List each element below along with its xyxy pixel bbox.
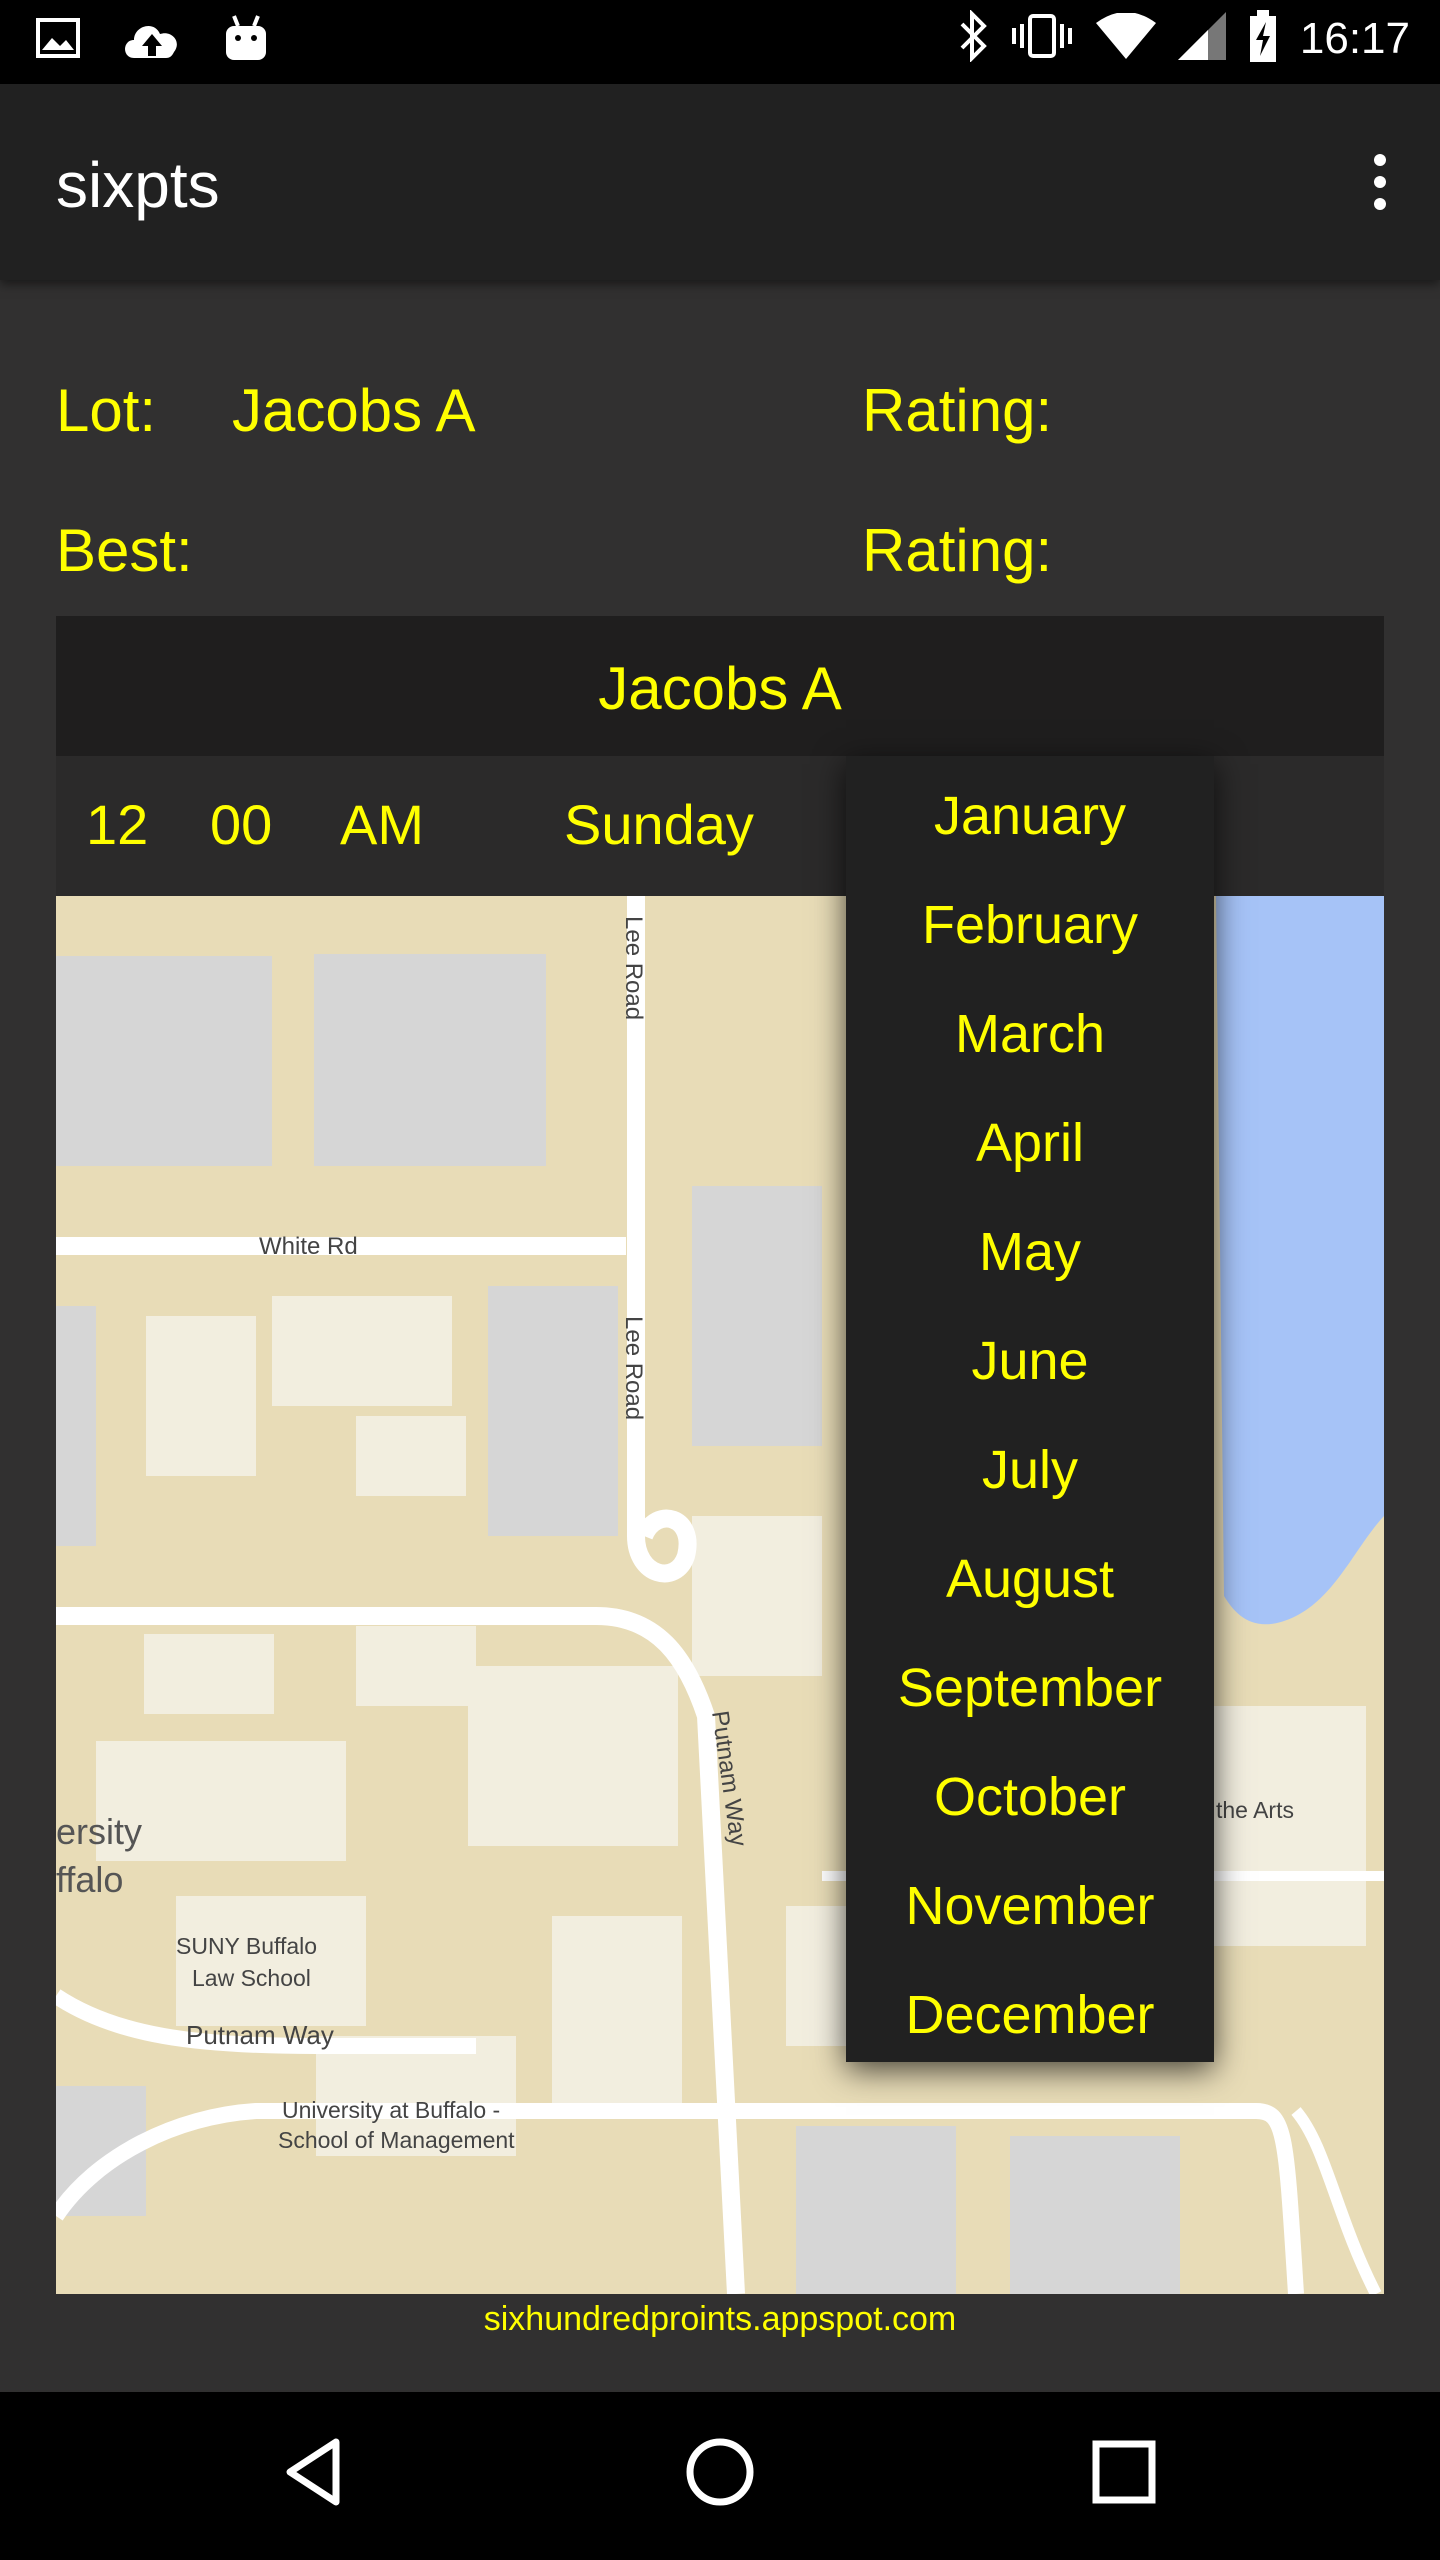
map-label: Putnam Way xyxy=(186,2020,334,2050)
app-bar: sixpts xyxy=(0,84,1440,280)
month-option[interactable]: September xyxy=(846,1656,1214,1720)
building xyxy=(144,1634,274,1714)
vibrate-icon xyxy=(1010,12,1074,65)
lot-label: Lot: xyxy=(56,377,157,444)
map-label: Lee Road xyxy=(620,916,647,1020)
month-option[interactable]: December xyxy=(846,1983,1214,2047)
back-icon[interactable] xyxy=(276,2432,356,2512)
month-option[interactable]: June xyxy=(846,1329,1214,1393)
clock: 16:17 xyxy=(1299,13,1410,63)
battery-icon xyxy=(1248,10,1278,67)
building xyxy=(552,1916,682,2116)
app-title: sixpts xyxy=(56,149,220,221)
month-option[interactable]: August xyxy=(846,1547,1214,1611)
map-label: SUNY Buffalo xyxy=(176,1933,317,1959)
building xyxy=(468,1666,678,1846)
building xyxy=(272,1296,452,1406)
building xyxy=(146,1316,256,1476)
parking-lot xyxy=(1010,2136,1180,2294)
map-label: ffalo xyxy=(56,1859,123,1900)
month-option[interactable]: April xyxy=(846,1111,1214,1175)
android-icon xyxy=(224,14,268,67)
month-option[interactable]: July xyxy=(846,1438,1214,1502)
month-dropdown: January February March April May June Ju… xyxy=(846,756,1214,2062)
home-icon[interactable] xyxy=(680,2432,760,2512)
best-label: Best: xyxy=(56,517,193,584)
signal-icon xyxy=(1177,12,1226,65)
day-spinner[interactable]: Sunday xyxy=(564,792,754,857)
month-option[interactable]: May xyxy=(846,1220,1214,1284)
recents-icon[interactable] xyxy=(1084,2432,1164,2512)
minute-spinner[interactable]: 00 xyxy=(210,792,272,857)
image-icon xyxy=(36,18,80,63)
parking-lot xyxy=(56,956,272,1166)
hour-spinner[interactable]: 12 xyxy=(86,792,148,857)
wifi-icon xyxy=(1095,12,1156,64)
map-label: Law School xyxy=(192,1965,311,1991)
lake xyxy=(1216,896,1384,1625)
overflow-menu-icon[interactable] xyxy=(1360,154,1400,218)
status-bar: 16:17 xyxy=(0,0,1440,84)
month-option[interactable]: March xyxy=(846,1002,1214,1066)
ampm-spinner[interactable]: AM xyxy=(340,792,424,857)
month-option[interactable]: November xyxy=(846,1874,1214,1938)
map-label: Lee Road xyxy=(620,1316,647,1420)
building xyxy=(692,1516,822,1676)
parking-lot xyxy=(692,1186,822,1446)
map-label: White Rd xyxy=(259,1233,358,1260)
lot-selector[interactable]: Jacobs A xyxy=(56,654,1384,723)
building xyxy=(176,1896,366,2026)
parking-lot xyxy=(314,954,546,1166)
map-label: School of Management xyxy=(278,2127,515,2153)
map-label: ersity xyxy=(56,1811,142,1852)
best-rating-label: Rating: xyxy=(862,517,1053,584)
road xyxy=(1291,2107,1382,2294)
lot-value: Jacobs A xyxy=(232,377,476,444)
map-label: the Arts xyxy=(1216,1797,1294,1823)
bluetooth-icon xyxy=(958,9,988,67)
parking-lot xyxy=(796,2126,956,2294)
parking-lot xyxy=(56,1306,96,1546)
cloud-upload-icon xyxy=(120,16,184,65)
month-option[interactable]: February xyxy=(846,893,1214,957)
month-option[interactable]: October xyxy=(846,1765,1214,1829)
month-option[interactable]: January xyxy=(846,784,1214,848)
footer-link[interactable]: sixhundredproints.appspot.com xyxy=(0,2300,1440,2339)
building xyxy=(356,1626,476,1706)
map-label: University at Buffalo - xyxy=(282,2097,500,2123)
navigation-bar xyxy=(0,2392,1440,2560)
rating-label: Rating: xyxy=(862,377,1053,444)
parking-lot xyxy=(488,1286,618,1536)
building xyxy=(356,1416,466,1496)
